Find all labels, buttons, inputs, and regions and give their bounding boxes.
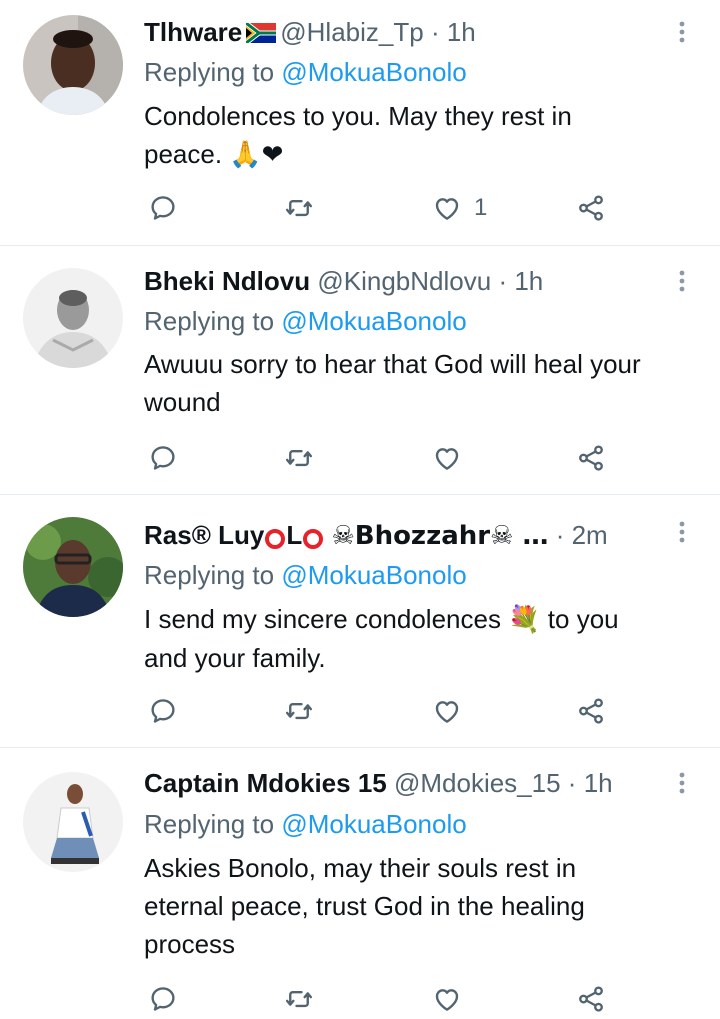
tweet-text: Askies Bonolo, may their souls rest in e…	[144, 853, 585, 959]
like-count: 1	[474, 194, 488, 221]
tweet-text: Condolences to you. May they rest in pea…	[144, 101, 572, 169]
bouquet-emoji: 💐	[508, 605, 541, 635]
timestamp[interactable]: 1h	[447, 17, 476, 47]
retweet-icon	[284, 193, 314, 223]
retweet-icon	[284, 443, 314, 473]
timestamp[interactable]: 2m	[572, 520, 608, 550]
tweet-header: Captain Mdokies 15 @Mdokies_15 · 1h	[144, 768, 613, 798]
reply-button[interactable]	[148, 979, 178, 1019]
avatar[interactable]	[23, 15, 123, 115]
reply-icon	[148, 443, 178, 473]
avatar[interactable]	[23, 268, 123, 368]
tweet-header: Bheki Ndlovu @KingbNdlovu · 1h	[144, 266, 544, 296]
tweet-2[interactable]: Bheki Ndlovu @KingbNdlovu · 1h Replying …	[0, 246, 720, 494]
mention-link[interactable]: @MokuaBonolo	[281, 57, 466, 87]
tweet-header: Ras® Luy L ☠Bhozzahr☠ … · 2m	[144, 520, 608, 551]
display-name[interactable]: Captain Mdokies 15	[144, 768, 387, 798]
action-bar: 1	[144, 188, 644, 228]
reply-button[interactable]	[148, 188, 178, 228]
share-button[interactable]	[576, 691, 606, 731]
retweet-button[interactable]	[284, 438, 314, 478]
share-button[interactable]	[576, 979, 606, 1019]
mention-link[interactable]: @MokuaBonolo	[281, 809, 466, 839]
reply-icon	[148, 193, 178, 223]
mention-link[interactable]: @MokuaBonolo	[281, 560, 466, 590]
reply-icon	[148, 696, 178, 726]
heart-icon	[432, 193, 462, 223]
replying-to: Replying to @MokuaBonolo	[144, 57, 467, 87]
handle[interactable]: @KingbNdlovu	[317, 266, 491, 296]
like-button[interactable]: 1	[432, 188, 487, 228]
heart-icon	[432, 443, 462, 473]
retweet-icon	[284, 984, 314, 1014]
tweet-text: I send my sincere condolences 💐 to you a…	[144, 604, 619, 673]
replying-to: Replying to @MokuaBonolo	[144, 306, 467, 336]
share-icon	[576, 984, 606, 1014]
tweet-text: Awuuu sorry to hear that God will heal y…	[144, 349, 641, 417]
share-icon	[576, 696, 606, 726]
red-circle-emoji	[265, 529, 286, 549]
heart-icon	[432, 696, 462, 726]
retweet-button[interactable]	[284, 188, 314, 228]
more-options-icon[interactable]	[672, 766, 692, 800]
avatar[interactable]	[23, 517, 123, 617]
replying-to: Replying to @MokuaBonolo	[144, 560, 467, 590]
like-button[interactable]	[432, 438, 474, 478]
more-options-icon[interactable]	[672, 264, 692, 298]
action-bar	[144, 979, 644, 1019]
retweet-icon	[284, 696, 314, 726]
like-button[interactable]	[432, 979, 474, 1019]
more-options-icon[interactable]	[672, 515, 692, 549]
tweet-1[interactable]: Tlhware @Hlabiz_Tp · 1h Replying to @Moku…	[0, 0, 720, 245]
reply-button[interactable]	[148, 691, 178, 731]
share-button[interactable]	[576, 438, 606, 478]
action-bar	[144, 438, 644, 478]
timestamp[interactable]: 1h	[514, 266, 543, 296]
display-name[interactable]: Tlhware	[144, 17, 242, 47]
reply-feed: Tlhware @Hlabiz_Tp · 1h Replying to @Moku…	[0, 0, 720, 1014]
more-options-icon[interactable]	[672, 15, 692, 49]
action-bar	[144, 691, 644, 731]
mention-link[interactable]: @MokuaBonolo	[281, 306, 466, 336]
avatar[interactable]	[23, 772, 123, 872]
retweet-button[interactable]	[284, 979, 314, 1019]
display-name[interactable]: Bheki Ndlovu	[144, 266, 310, 296]
like-button[interactable]	[432, 691, 474, 731]
tweet-header: Tlhware @Hlabiz_Tp · 1h	[144, 17, 476, 47]
south-africa-flag-icon	[244, 17, 277, 45]
reply-icon	[148, 984, 178, 1014]
handle[interactable]: @Hlabiz_Tp	[280, 17, 423, 47]
tweet-3[interactable]: Ras® Luy L ☠Bhozzahr☠ … · 2m Replying to …	[0, 495, 720, 747]
retweet-button[interactable]	[284, 691, 314, 731]
timestamp[interactable]: 1h	[584, 768, 613, 798]
display-name[interactable]: Ras® Luy L ☠Bhozzahr☠ …	[144, 520, 548, 551]
handle[interactable]: @Mdokies_15	[394, 768, 561, 798]
reply-button[interactable]	[148, 438, 178, 478]
heart-icon	[432, 984, 462, 1014]
red-circle-emoji	[303, 529, 324, 549]
replying-to: Replying to @MokuaBonolo	[144, 809, 467, 839]
share-icon	[576, 193, 606, 223]
share-icon	[576, 443, 606, 473]
tweet-4[interactable]: Captain Mdokies 15 @Mdokies_15 · 1h Repl…	[0, 748, 720, 1014]
share-button[interactable]	[576, 188, 606, 228]
